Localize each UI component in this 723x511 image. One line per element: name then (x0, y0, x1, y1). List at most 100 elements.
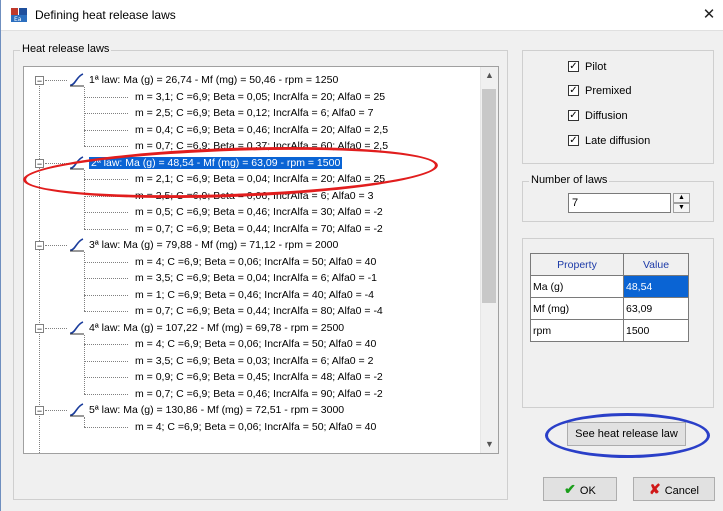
collapse-toggle-icon[interactable]: − (35, 323, 44, 333)
ok-button[interactable]: ✔ OK (543, 477, 617, 501)
checkbox-pilot[interactable]: ✓ Pilot (568, 58, 606, 76)
properties-header-row: Property Value (530, 253, 689, 276)
curve-icon (70, 238, 84, 252)
properties-table: Property Value Ma (g) 48,54 Mf (mg) 63,0… (530, 253, 689, 342)
law-node-label: 2ª law: Ma (g) = 48,54 - Mf (mg) = 63,09… (89, 156, 343, 169)
checkmark-icon[interactable]: ✓ (568, 60, 579, 72)
tree-connector (84, 344, 128, 345)
tree-connector (84, 113, 128, 114)
ok-label: OK (579, 485, 596, 497)
parameter-node[interactable]: m = 0,7; C =6,9; Beta = 0,46; IncrAlfa =… (135, 386, 383, 402)
dialog-window: Ea Defining heat release laws ✕ Heat rel… (0, 0, 723, 511)
tree-connector (39, 81, 40, 453)
see-heat-release-law-button[interactable]: See heat release law (567, 422, 686, 446)
tree-connector (84, 278, 128, 279)
tree-connector (45, 80, 67, 81)
heat-release-laws-legend: Heat release laws (20, 43, 112, 55)
scroll-up-icon[interactable]: ▲ (481, 67, 498, 84)
parameter-node[interactable]: m = 0,7; C =6,9; Beta = 0,37; IncrAlfa =… (135, 138, 388, 154)
scroll-down-icon[interactable]: ▼ (481, 436, 498, 453)
parameter-node[interactable]: m = 0,7; C =6,9; Beta = 0,44; IncrAlfa =… (135, 221, 383, 237)
tree-connector (84, 195, 128, 197)
tree-connector (84, 377, 128, 378)
table-row[interactable]: Ma (g) 48,54 (530, 275, 689, 298)
title-bar: Ea Defining heat release laws ✕ (1, 0, 723, 31)
parameter-node[interactable]: m = 2,5; C =6,9; Beta = 0,12; IncrAlfa =… (135, 105, 373, 121)
property-value[interactable]: 48,54 (623, 275, 689, 298)
number-of-laws-input[interactable]: 7 (568, 193, 671, 213)
spin-up-icon[interactable]: ▲ (673, 193, 690, 203)
tree-connector (84, 146, 128, 147)
app-icon: Ea (11, 8, 27, 22)
x-icon: ✘ (649, 481, 661, 497)
spin-down-icon[interactable]: ▼ (673, 203, 690, 213)
law-node[interactable]: 5ª law: Ma (g) = 130,86 - Mf (mg) = 72,5… (89, 402, 344, 418)
checkbox-premixed[interactable]: ✓ Premixed (568, 82, 631, 100)
scroll-thumb[interactable] (482, 89, 496, 303)
parameter-node[interactable]: m = 3,1; C =6,9; Beta = 0,05; IncrAlfa =… (135, 89, 385, 105)
cancel-label: Cancel (664, 485, 699, 497)
property-value[interactable]: 1500 (623, 319, 689, 342)
law-node[interactable]: 3ª law: Ma (g) = 79,88 - Mf (mg) = 71,12… (89, 237, 338, 253)
parameter-node[interactable]: m = 3,5; C =6,9; Beta = 0,04; IncrAlfa =… (135, 270, 377, 286)
law-node[interactable]: 2ª law: Ma (g) = 48,54 - Mf (mg) = 63,09… (89, 155, 343, 171)
parameter-node[interactable]: m = 4; C =6,9; Beta = 0,06; IncrAlfa = 5… (135, 419, 376, 435)
parameter-node[interactable]: m = 0,5; C =6,9; Beta = 0,46; IncrAlfa =… (135, 204, 383, 220)
parameter-node[interactable]: m = 0,7; C =6,9; Beta = 0,44; IncrAlfa =… (135, 303, 383, 319)
checkmark-icon: ✔ (564, 481, 576, 497)
parameter-node[interactable]: m = 4; C =6,9; Beta = 0,06; IncrAlfa = 5… (135, 254, 376, 270)
property-name: Ma (g) (530, 275, 624, 298)
parameter-node[interactable]: m = 0,9; C =6,9; Beta = 0,45; IncrAlfa =… (135, 369, 383, 385)
svg-text:Ea: Ea (14, 16, 22, 22)
tree-connector (84, 212, 128, 213)
tree-connector (84, 96, 128, 98)
cancel-button[interactable]: ✘ Cancel (633, 477, 715, 501)
collapse-toggle-icon[interactable]: − (35, 76, 44, 86)
property-name: Mf (mg) (530, 297, 624, 320)
tree-connector (45, 410, 67, 411)
heat-release-tree[interactable]: ▲ ▼ − 1ª law: Ma (g) = 26,74 - Mf (mg) = … (23, 66, 499, 454)
property-value[interactable]: 63,09 (623, 297, 689, 320)
tree-connector (45, 162, 67, 164)
property-name: rpm (530, 319, 624, 342)
collapse-toggle-icon[interactable]: − (35, 406, 44, 416)
parameter-node[interactable]: m = 4; C =6,9; Beta = 0,06; IncrAlfa = 5… (135, 336, 376, 352)
parameter-node[interactable]: m = 2,5; C =6,9; Beta = 0,06; IncrAlfa =… (135, 188, 373, 204)
checkbox-diffusion[interactable]: ✓ Diffusion (568, 107, 628, 125)
collapse-toggle-icon[interactable]: − (35, 241, 44, 251)
law-node[interactable]: 4ª law: Ma (g) = 107,22 - Mf (mg) = 69,7… (89, 320, 344, 336)
parameter-node[interactable]: m = 1; C =6,9; Beta = 0,46; IncrAlfa = 4… (135, 287, 374, 303)
close-icon[interactable]: ✕ (698, 4, 720, 26)
checkbox-late-diffusion[interactable]: ✓ Late diffusion (568, 132, 650, 150)
window-title: Defining heat release laws (35, 8, 176, 22)
law-node-label: 1ª law: Ma (g) = 26,74 - Mf (mg) = 50,46… (89, 74, 339, 86)
checkbox-label: Premixed (585, 85, 632, 97)
curve-icon (70, 73, 84, 87)
property-column-header: Property (530, 253, 624, 276)
tree-connector (84, 179, 128, 180)
checkmark-icon[interactable]: ✓ (568, 134, 579, 146)
collapse-toggle-icon[interactable]: − (35, 158, 44, 168)
tree-connector (84, 311, 128, 312)
law-node-label: 3ª law: Ma (g) = 79,88 - Mf (mg) = 71,12… (89, 239, 339, 251)
checkbox-label: Pilot (585, 61, 607, 73)
tree-connector (45, 245, 67, 246)
curve-icon (70, 155, 84, 169)
tree-connector (45, 327, 67, 329)
curve-icon (70, 403, 84, 417)
checkmark-icon[interactable]: ✓ (568, 109, 579, 121)
checkmark-icon[interactable]: ✓ (568, 84, 579, 96)
curve-icon (70, 320, 84, 334)
tree-connector (84, 261, 128, 263)
table-row[interactable]: rpm 1500 (530, 319, 689, 342)
checkbox-label: Late diffusion (585, 135, 651, 147)
parameter-node[interactable]: m = 0,4; C =6,9; Beta = 0,46; IncrAlfa =… (135, 122, 388, 138)
tree-scrollbar[interactable]: ▲ ▼ (480, 67, 498, 453)
parameter-node[interactable]: m = 3,5; C =6,9; Beta = 0,03; IncrAlfa =… (135, 353, 373, 369)
checkbox-label: Diffusion (585, 110, 628, 122)
table-row[interactable]: Mf (mg) 63,09 (530, 297, 689, 320)
tree-connector (84, 294, 128, 296)
law-node-label: 5ª law: Ma (g) = 130,86 - Mf (mg) = 72,5… (89, 404, 345, 416)
parameter-node[interactable]: m = 2,1; C =6,9; Beta = 0,04; IncrAlfa =… (135, 171, 385, 187)
law-node[interactable]: 1ª law: Ma (g) = 26,74 - Mf (mg) = 50,46… (89, 72, 338, 88)
